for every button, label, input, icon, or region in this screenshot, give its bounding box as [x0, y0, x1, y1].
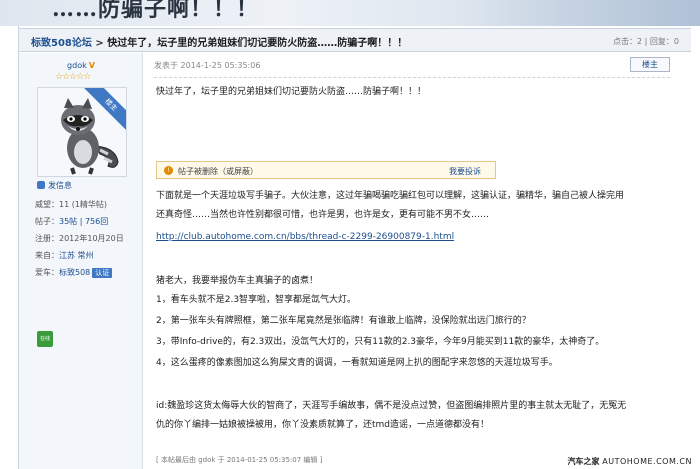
author-field-registered: 注册：2012年10月20日: [35, 234, 124, 243]
author-field-car: 爱车：标致508 认证: [35, 264, 141, 281]
breadcrumb-separator: >: [95, 38, 104, 49]
forum-link[interactable]: 标致508论坛: [31, 38, 92, 49]
registered-value: 2012年10月20日: [59, 234, 124, 243]
post-line: 猪老大，我要举报伪车主真骗子的卤煮！: [156, 276, 319, 286]
site-banner: ……防骗子啊！！！: [0, 0, 700, 26]
author-field-posts: 帖子：35帖 | 756回: [35, 217, 109, 226]
reputation-value: 11 (1精华帖): [59, 200, 108, 209]
verified-v-icon: V: [88, 61, 95, 70]
author-info: 威望：11 (1精华帖) 帖子：35帖 | 756回 注册：2012年10月20…: [35, 196, 141, 281]
post-line: 下面就是一个天涯垃圾写手骗子。大伙注意，这过年骗喝骗吃骗红包可以理解，这骗认证，…: [156, 191, 625, 201]
watermark-en: AUTOHOME.COM.CN: [602, 457, 692, 466]
send-message-link[interactable]: 发信息: [37, 180, 72, 191]
thread-frame: 标致508论坛 > 快过年了，坛子里的兄弟姐妹们切记要防火防盗……防骗子啊！！！…: [18, 26, 691, 469]
warning-icon: !: [164, 166, 173, 175]
post-line: 2，第一张车头有牌照框，第二张车尾竟然是张临牌！有谁敢上临牌，没保险就出远门旅行…: [156, 316, 531, 326]
post-line: 4，这么蛋疼的像素图加这么狗屎文青的调调，一看就知道是网上扒的图配字来忽悠的天涯…: [156, 358, 558, 368]
site-watermark: 汽车之家 AUTOHOME.COM.CN: [567, 456, 692, 467]
car-value[interactable]: 标致508: [59, 268, 90, 277]
thread-title-bar: 标致508论坛 > 快过年了，坛子里的兄弟姐妹们切记要防火防盗……防骗子啊！！！…: [19, 28, 691, 52]
deleted-notice: ! 帖子被删除（或屏蔽） 我要投诉: [156, 161, 496, 179]
report-link[interactable]: 我要投诉: [449, 166, 481, 177]
post-line: 1，看车头就不是2.3智享啦，智享都是氙气大灯。: [156, 295, 357, 305]
post-line: 还真奇怪……当然也许性别都很可惜，也许是男，也许是女，更有可能不男不女……: [156, 210, 490, 220]
post-divider: [154, 77, 670, 78]
banner-decoration: [460, 0, 700, 26]
edited-note: [ 本帖最后由 gdok 于 2014-01-25 05:35:07 编辑 ]: [156, 456, 323, 464]
certified-badge: 认证: [92, 268, 113, 278]
post-line: id:魏盈珍这货太侮辱大伙的智商了，天涯写手编故事，偶不是没点过赞，但盗图编排照…: [156, 401, 627, 411]
avatar[interactable]: 楼主: [37, 87, 127, 177]
author-field-reputation: 威望：11 (1精华帖): [35, 200, 108, 209]
author-field-location: 来自：江苏 常州: [35, 251, 94, 260]
post-url-link[interactable]: http://club.autohome.com.cn/bbs/thread-c…: [156, 232, 454, 242]
thread-stats: 点击：2 | 回复：0: [613, 37, 679, 46]
author-name[interactable]: gdok: [67, 61, 87, 70]
online-status-icon: 在线: [37, 331, 53, 347]
breadcrumb: 标致508论坛 > 快过年了，坛子里的兄弟姐妹们切记要防火防盗……防骗子啊！！！: [31, 34, 407, 49]
post-line: 仇的你丫编排一姑娘被操被用，你丫没素质就算了，还tmd造谣，一点道德都没有！: [156, 420, 490, 430]
post-content: 发表于 2014-1-25 05:35:06 楼主 快过年了，坛子里的兄弟姐妹们…: [144, 53, 691, 469]
author-name-row: gdok V: [19, 61, 143, 70]
watermark-cn: 汽车之家: [567, 457, 600, 466]
location-value[interactable]: 江苏 常州: [59, 251, 94, 260]
envelope-icon: [37, 181, 45, 189]
post-subtitle: 快过年了，坛子里的兄弟姐妹们切记要防火防盗……防骗子啊！！！: [156, 87, 427, 97]
posts-value[interactable]: 35帖 | 756回: [59, 217, 108, 226]
rank-stars: ☆☆☆☆☆: [55, 72, 91, 82]
post-timestamp: 发表于 2014-1-25 05:35:06: [154, 61, 261, 70]
post-line: 3，带Info-drive的，有2.3双出，没氙气大灯的，只有11款的2.3豪华…: [156, 337, 605, 347]
deleted-notice-text: 帖子被删除（或屏蔽）: [178, 167, 258, 176]
author-sidebar: gdok V ☆☆☆☆☆ 楼主 发信息 威望：11 (1精华帖) 帖子：35帖 …: [19, 53, 143, 469]
banner-text: ……防骗子啊！！！: [52, 0, 260, 22]
thread-title: 快过年了，坛子里的兄弟姐妹们切记要防火防盗……防骗子啊！！！: [107, 38, 408, 49]
send-message-label: 发信息: [48, 181, 72, 190]
floor-owner-button[interactable]: 楼主: [630, 57, 670, 72]
